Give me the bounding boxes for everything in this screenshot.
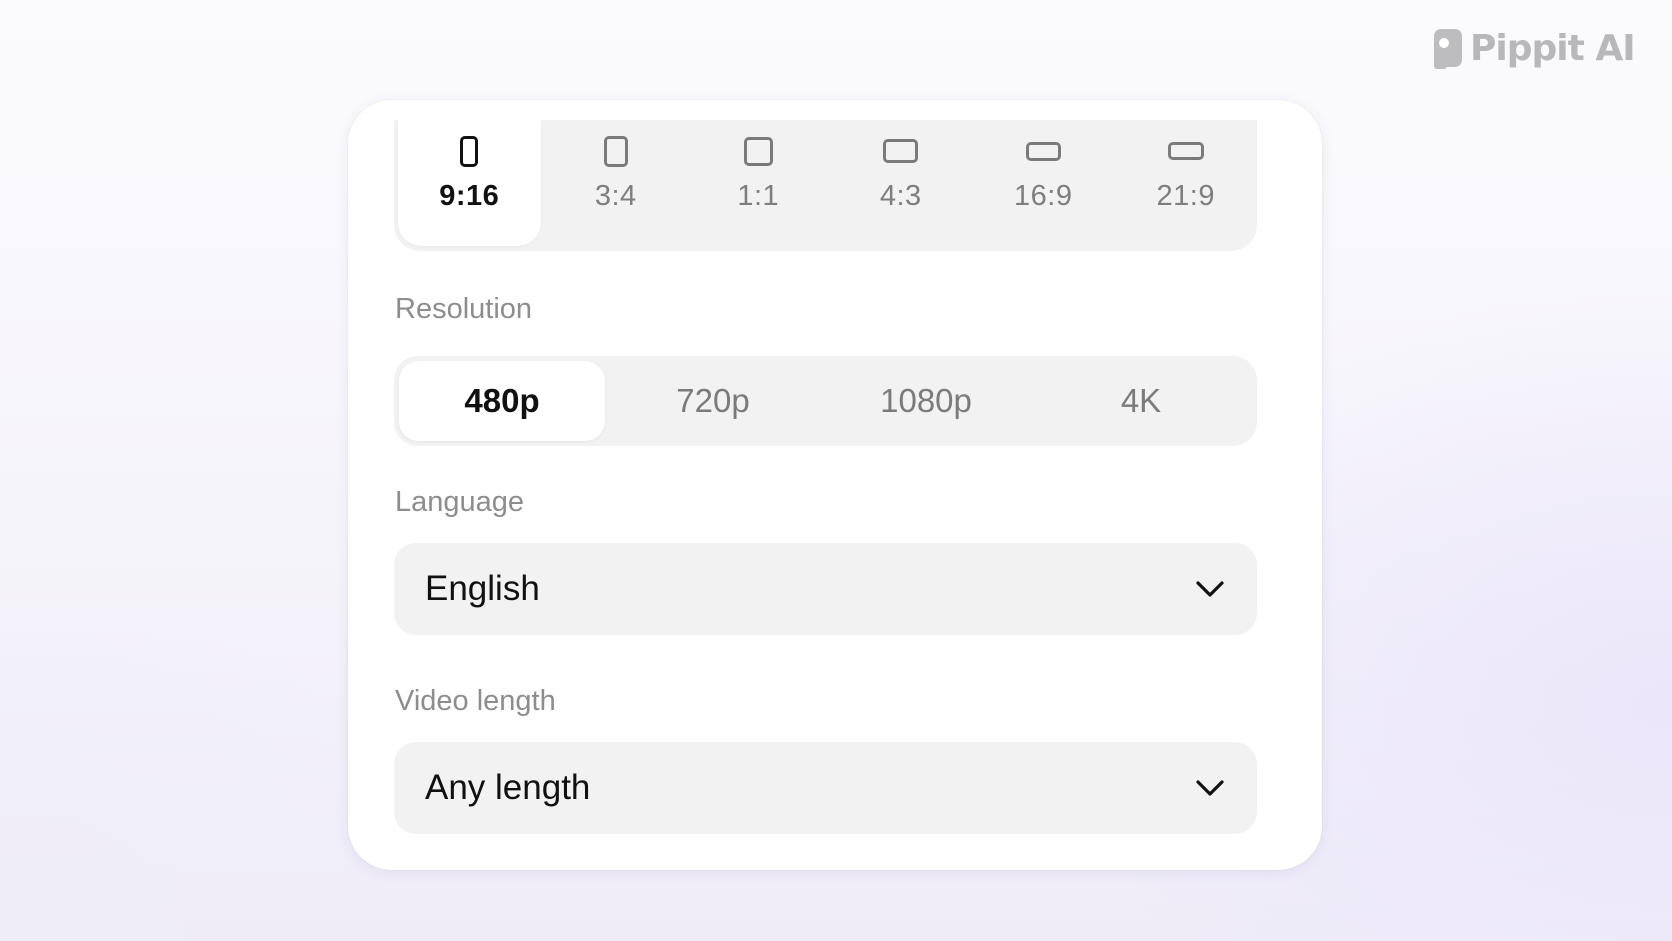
language-value: English [425, 569, 540, 608]
landscape-21-9-icon [1167, 134, 1204, 168]
video-length-value: Any length [425, 768, 591, 807]
brand-name: Pippit AI [1470, 28, 1636, 69]
aspect-option-4-3[interactable]: 4:3 [830, 120, 973, 251]
resolution-option-720p[interactable]: 720p [605, 361, 821, 441]
aspect-option-1-1[interactable]: 1:1 [687, 120, 830, 251]
resolution-option-4k[interactable]: 4K [1031, 361, 1251, 441]
language-dropdown[interactable]: English [394, 543, 1257, 635]
landscape-4-3-icon [883, 134, 919, 168]
resolution-label: Resolution [395, 293, 533, 325]
aspect-option-label: 1:1 [737, 180, 780, 212]
video-settings-card: 9:16 3:4 1:1 4:3 16:9 21:9 Resolution 48… [348, 100, 1322, 870]
aspect-option-label: 3:4 [594, 180, 637, 212]
resolution-option-1080p[interactable]: 1080p [821, 361, 1031, 441]
chevron-down-icon [1196, 581, 1224, 597]
brand-logo: Pippit AI [1432, 25, 1636, 73]
aspect-option-label: 9:16 [439, 180, 500, 212]
landscape-16-9-icon [1025, 134, 1061, 168]
resolution-selector: 480p 720p 1080p 4K [394, 356, 1257, 446]
aspect-option-label: 16:9 [1014, 180, 1073, 212]
aspect-option-3-4[interactable]: 3:4 [545, 120, 688, 251]
language-label: Language [395, 486, 525, 518]
square-1-1-icon [743, 134, 773, 168]
video-length-dropdown[interactable]: Any length [394, 742, 1257, 834]
portrait-9-16-icon [460, 134, 479, 168]
aspect-option-21-9[interactable]: 21:9 [1115, 120, 1258, 251]
aspect-option-9-16[interactable]: 9:16 [398, 120, 541, 246]
pippit-logo-icon [1434, 29, 1462, 69]
aspect-ratio-selector: 9:16 3:4 1:1 4:3 16:9 21:9 [394, 120, 1257, 251]
aspect-option-16-9[interactable]: 16:9 [972, 120, 1115, 251]
aspect-option-label: 21:9 [1156, 180, 1215, 212]
resolution-option-480p[interactable]: 480p [399, 361, 605, 441]
chevron-down-icon [1196, 780, 1224, 796]
video-length-label: Video length [395, 685, 556, 717]
portrait-3-4-icon [603, 134, 628, 168]
aspect-option-label: 4:3 [879, 180, 922, 212]
